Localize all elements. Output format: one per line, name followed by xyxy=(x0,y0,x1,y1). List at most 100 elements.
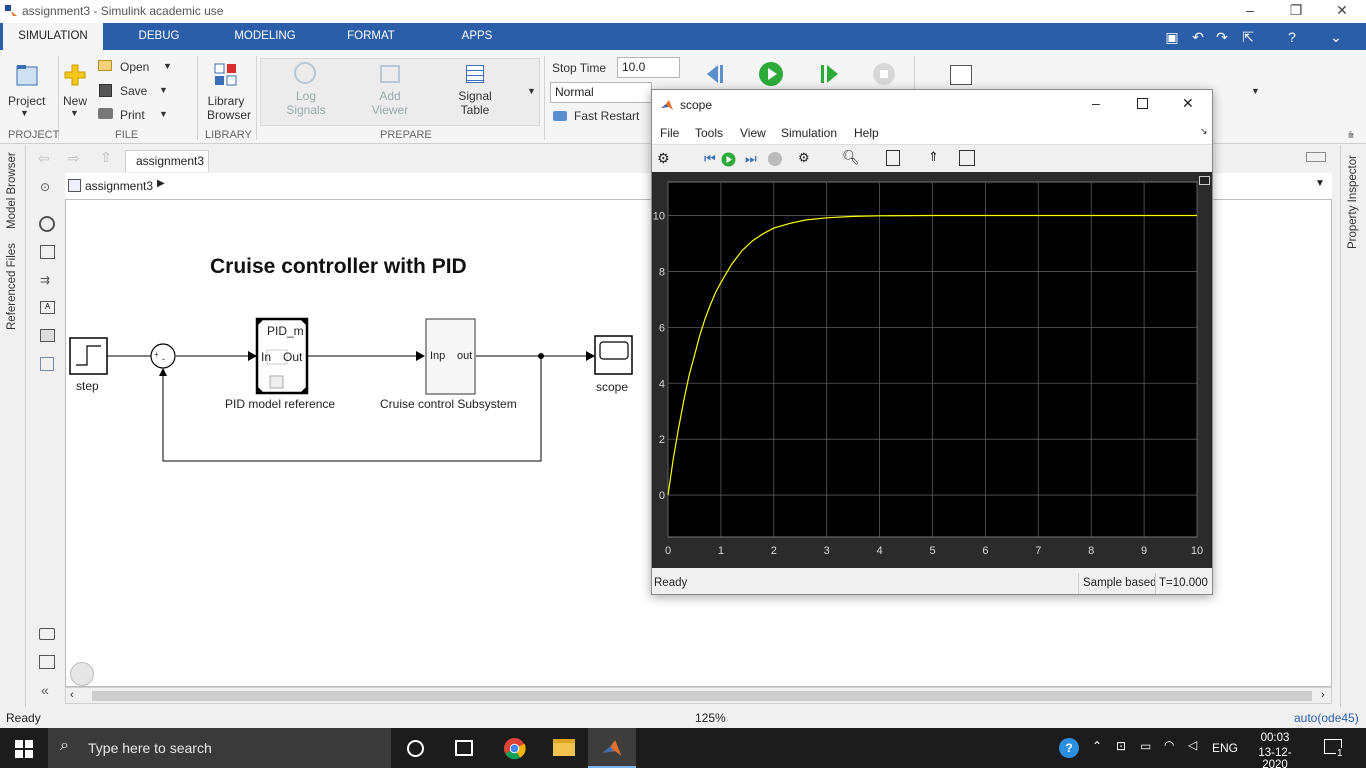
library-browser-button[interactable]: Library Browser xyxy=(207,94,251,122)
scroll-right-icon[interactable]: › xyxy=(1321,689,1325,701)
tab-simulation[interactable]: SIMULATION xyxy=(3,23,103,50)
zoom-in-icon[interactable]: 🔍︎ xyxy=(842,149,860,166)
step-block[interactable] xyxy=(69,337,108,375)
step-back-small-icon[interactable]: ⏮ xyxy=(704,151,716,167)
breadcrumb[interactable]: assignment3 xyxy=(85,179,153,193)
stop-small-icon[interactable] xyxy=(768,152,782,166)
keyboard-icon[interactable] xyxy=(1306,152,1326,162)
horizontal-scrollbar[interactable]: ‹ › xyxy=(65,687,1332,704)
project-button[interactable]: Project xyxy=(8,94,45,108)
property-inspector-tab[interactable]: Property Inspector xyxy=(1347,155,1359,249)
open-button[interactable]: Open xyxy=(120,60,149,74)
save-button[interactable]: Save xyxy=(120,84,147,98)
prepare-expand-icon[interactable]: ▼ xyxy=(527,86,536,96)
project-dropdown-icon[interactable]: ▼ xyxy=(20,108,29,118)
data-inspector-icon[interactable] xyxy=(950,65,972,85)
fit-view-icon[interactable] xyxy=(40,245,55,259)
tray-expand-icon[interactable]: ⌃ xyxy=(1092,739,1102,753)
explorer-bar-icon[interactable] xyxy=(39,655,55,669)
screenshot-icon[interactable] xyxy=(39,628,55,640)
stop-icon[interactable] xyxy=(872,62,896,86)
chrome-icon[interactable] xyxy=(503,737,526,760)
collapse-icon[interactable]: « xyxy=(41,682,49,698)
shortcut-icon[interactable]: ⇱ xyxy=(1238,27,1258,47)
solver-link[interactable]: auto(ode45) xyxy=(1294,711,1359,725)
new-dropdown-icon[interactable]: ▼ xyxy=(70,108,79,118)
help-icon[interactable]: ? xyxy=(1282,27,1302,47)
fast-restart-button[interactable]: Fast Restart xyxy=(574,109,639,123)
annotation-icon[interactable]: A xyxy=(40,301,55,314)
forward-icon[interactable]: ⇨ xyxy=(68,150,80,167)
review-expand-icon[interactable]: ▼ xyxy=(1251,86,1260,96)
run-icon[interactable] xyxy=(758,61,784,87)
restore-button[interactable]: ❐ xyxy=(1273,0,1319,23)
hide-browser-icon[interactable]: ⊙ xyxy=(40,180,50,194)
windows-start-icon[interactable] xyxy=(15,740,33,758)
model-browser-tab[interactable]: Model Browser xyxy=(6,152,18,229)
back-icon[interactable]: ⇦ xyxy=(38,150,50,167)
menu-view[interactable]: View xyxy=(740,126,766,140)
scroll-thumb[interactable] xyxy=(92,691,1312,701)
save-dropdown-icon[interactable]: ▼ xyxy=(159,85,168,95)
volume-icon[interactable]: ◁ xyxy=(1188,738,1197,752)
close-button[interactable]: ✕ xyxy=(1319,0,1365,23)
breadcrumb-arrow-icon[interactable]: ▶ xyxy=(157,178,165,189)
step-forward-small-icon[interactable]: ⏭ xyxy=(745,151,757,167)
settings-gear-icon[interactable]: ⚙ xyxy=(657,150,670,167)
area-icon[interactable] xyxy=(40,357,54,371)
file-explorer-icon[interactable] xyxy=(553,739,575,756)
highlight-icon[interactable]: ⚙ xyxy=(798,150,810,166)
matlab-taskbar-button[interactable] xyxy=(588,728,636,768)
print-button[interactable]: Print xyxy=(120,108,145,122)
scope-maximize-button[interactable] xyxy=(1137,98,1148,109)
task-view-icon[interactable] xyxy=(455,740,473,756)
tray-device-icon[interactable]: ⊡ xyxy=(1116,739,1126,753)
add-viewer-button[interactable]: Add Viewer xyxy=(368,89,412,117)
step-forward-icon[interactable] xyxy=(816,62,842,86)
menu-simulation[interactable]: Simulation xyxy=(781,126,837,140)
simulation-mode-select[interactable]: Normal xyxy=(550,82,652,103)
arrow-icon[interactable]: ⇉ xyxy=(40,273,50,287)
image-icon[interactable] xyxy=(40,329,55,342)
battery-icon[interactable]: ▭ xyxy=(1140,739,1151,753)
trigger-icon[interactable]: ⇑ xyxy=(928,149,939,165)
print-dropdown-icon[interactable]: ▼ xyxy=(159,109,168,119)
undo-icon[interactable]: ↶ xyxy=(1188,27,1208,47)
menu-file[interactable]: File xyxy=(660,126,679,140)
wifi-icon[interactable]: ◠ xyxy=(1164,738,1174,752)
language-indicator[interactable]: ENG xyxy=(1212,741,1238,755)
plot-expand-icon[interactable] xyxy=(1199,176,1210,185)
menu-tools[interactable]: Tools xyxy=(695,126,723,140)
options-icon[interactable]: ⌄ xyxy=(1326,27,1346,47)
tab-apps[interactable]: APPS xyxy=(452,23,502,50)
open-dropdown-icon[interactable]: ▼ xyxy=(163,61,172,71)
minimize-button[interactable]: – xyxy=(1227,0,1273,23)
expand-panel-icon[interactable]: ⩭ xyxy=(1348,130,1354,141)
tab-modeling[interactable]: MODELING xyxy=(222,23,308,50)
menu-undock-icon[interactable]: ↘ xyxy=(1200,126,1208,137)
tab-debug[interactable]: DEBUG xyxy=(120,23,198,50)
scope-block[interactable] xyxy=(594,335,633,375)
run-small-icon[interactable] xyxy=(721,152,736,167)
scope-close-button[interactable]: ✕ xyxy=(1182,95,1194,112)
tab-format[interactable]: FORMAT xyxy=(335,23,407,50)
edit-style-icon[interactable] xyxy=(959,150,975,166)
address-dropdown-icon[interactable]: ▼ xyxy=(1315,178,1325,189)
log-signals-button[interactable]: Log Signals xyxy=(284,89,328,117)
new-button[interactable]: New xyxy=(63,94,87,108)
autoscale-icon[interactable] xyxy=(886,150,900,166)
signal-table-button[interactable]: Signal Table xyxy=(452,89,498,117)
stop-time-input[interactable]: 10.0 xyxy=(617,57,680,78)
help-tray-icon[interactable]: ? xyxy=(1059,738,1079,758)
zoom-icon[interactable] xyxy=(39,216,55,232)
step-back-icon[interactable] xyxy=(703,62,729,86)
scroll-left-icon[interactable]: ‹ xyxy=(70,689,74,701)
scope-minimize-button[interactable]: – xyxy=(1092,95,1100,111)
up-icon[interactable]: ⇧ xyxy=(100,149,112,166)
cortana-icon[interactable] xyxy=(407,740,424,757)
referenced-files-tab[interactable]: Referenced Files xyxy=(6,243,18,330)
model-tab[interactable]: assignment3 xyxy=(125,150,209,172)
clock[interactable]: 00:03 13-12-2020 xyxy=(1250,732,1300,768)
save-quick-icon[interactable]: ▣ xyxy=(1162,27,1182,47)
taskbar-search[interactable]: ⌕ Type here to search xyxy=(48,728,391,768)
